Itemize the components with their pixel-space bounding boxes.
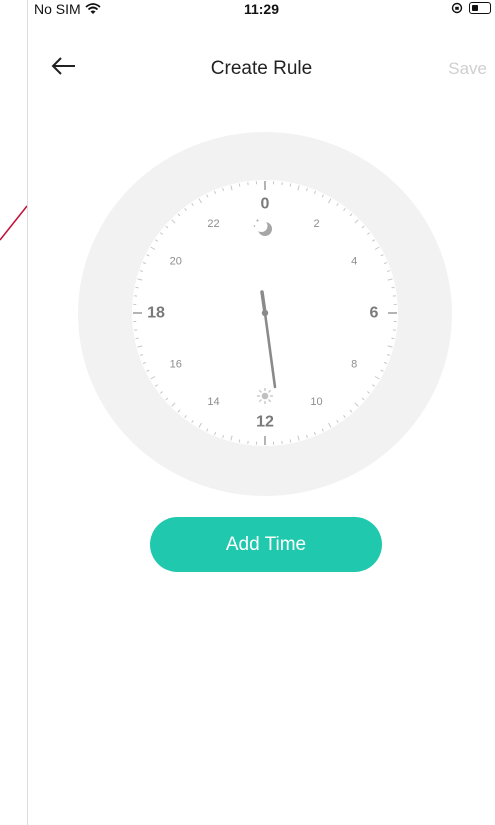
page-title: Create Rule — [210, 58, 313, 79]
clock-hour-label: 18 — [147, 305, 165, 322]
clock-hour-label: 8 — [351, 359, 357, 371]
clock-hour-label: 4 — [351, 256, 357, 268]
clock-tick — [135, 286, 139, 289]
clock-hour-label: 6 — [370, 305, 379, 322]
clock-tick — [391, 286, 395, 289]
phone-screen: No SIM 11:29 Create Rule Save 0 2 4 6 8 … — [27, 0, 495, 825]
clock-hour-label: 12 — [256, 414, 274, 431]
clock-hour-label: 2 — [313, 218, 319, 230]
clock-tick — [391, 337, 395, 340]
status-right — [451, 2, 491, 14]
clock-dial: 0 2 4 6 8 10 12 14 16 18 20 22 — [78, 132, 452, 496]
clock-center — [261, 309, 269, 317]
save-button[interactable]: Save — [448, 59, 487, 79]
clock-tick — [289, 183, 292, 187]
clock-tick — [289, 439, 292, 443]
add-time-button[interactable]: Add Time — [150, 517, 382, 572]
clock-hour-label: 20 — [170, 256, 182, 268]
status-time: 11:29 — [243, 1, 280, 17]
rotation-lock-icon — [451, 2, 463, 14]
clock-hour-label: 10 — [310, 396, 322, 408]
clock[interactable]: 0 2 4 6 8 10 12 14 16 18 20 22 — [78, 132, 452, 496]
clock-hour-label: 16 — [170, 359, 182, 371]
clock-tick — [238, 439, 241, 443]
status-bar: No SIM 11:29 — [28, 0, 495, 18]
sun-icon — [256, 387, 274, 405]
clock-hour-label: 22 — [207, 218, 219, 230]
clock-tick — [135, 337, 139, 340]
clock-hour-label: 14 — [207, 396, 219, 408]
clock-hour-label: 0 — [261, 196, 270, 213]
battery-icon — [469, 2, 491, 14]
clock-tick — [238, 183, 241, 187]
nav-bar: Create Rule Save — [28, 48, 495, 88]
